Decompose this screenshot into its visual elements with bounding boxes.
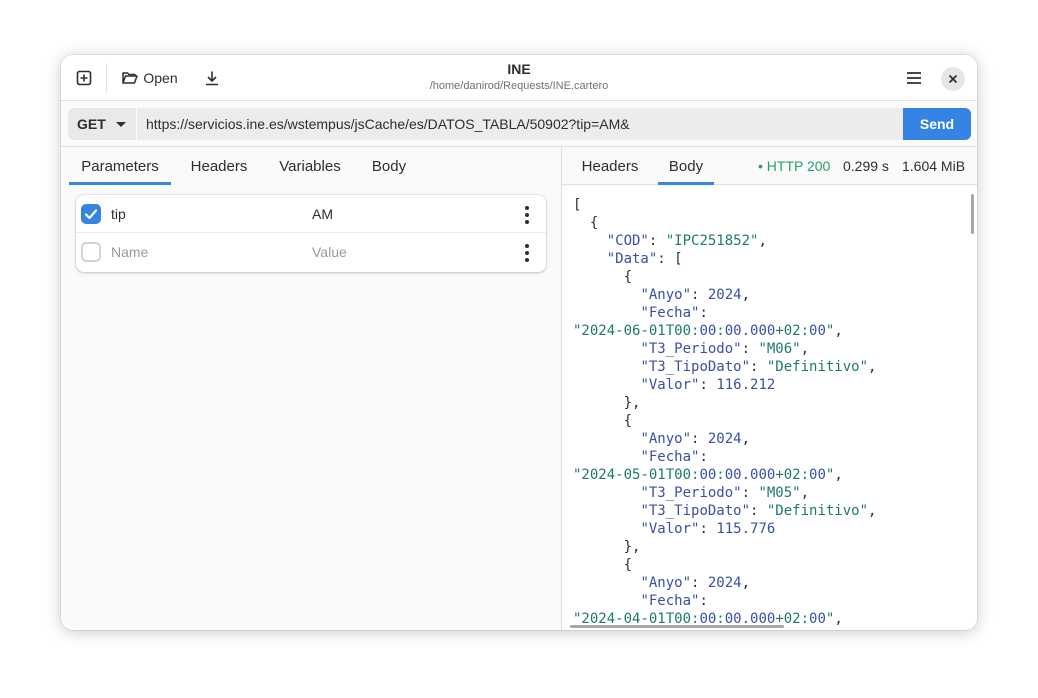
code-line: "Valor": 115.776 bbox=[640, 521, 776, 537]
http-status: • HTTP 200 bbox=[758, 158, 831, 174]
code-line: "Data": [ bbox=[606, 251, 683, 267]
code-line: "Fecha": bbox=[640, 449, 708, 465]
parameter-menu-button[interactable] bbox=[522, 206, 532, 224]
window-title-group: INE /home/danirod/Requests/INE.cartero bbox=[361, 61, 677, 93]
open-button-label: Open bbox=[143, 70, 178, 86]
code-line: "Valor": 116.212 bbox=[640, 377, 776, 393]
url-input[interactable]: https://servicios.ine.es/wstempus/jsCach… bbox=[137, 108, 903, 140]
code-line: "COD": "IPC251852", bbox=[606, 233, 767, 249]
code-line: "T3_Periodo": "M06", bbox=[640, 341, 810, 357]
main-menu-button[interactable] bbox=[899, 63, 929, 93]
vertical-scrollbar[interactable] bbox=[971, 194, 974, 234]
new-parameter-menu-button[interactable] bbox=[522, 244, 532, 262]
tab-response-headers[interactable]: Headers bbox=[572, 147, 648, 185]
checkmark-icon bbox=[84, 209, 98, 220]
code-line: { bbox=[573, 557, 633, 573]
parameter-row: tip AM bbox=[76, 195, 546, 233]
window-subtitle: /home/danirod/Requests/INE.cartero bbox=[429, 80, 609, 92]
close-button[interactable] bbox=[941, 67, 965, 91]
tab-parameters[interactable]: Parameters bbox=[69, 147, 171, 185]
folder-open-icon bbox=[122, 72, 139, 84]
code-line: "Fecha": bbox=[640, 593, 708, 609]
horizontal-scrollbar[interactable] bbox=[570, 625, 784, 628]
request-bar: GET https://servicios.ine.es/wstempus/js… bbox=[61, 101, 977, 147]
code-line: "2024-06-01T00:00:00.000+02:00", bbox=[573, 323, 843, 339]
new-parameter-name-field[interactable]: Name bbox=[111, 244, 148, 260]
parameter-name-field[interactable]: tip bbox=[111, 206, 126, 222]
open-button[interactable]: Open bbox=[117, 63, 183, 93]
hamburger-menu-icon bbox=[907, 72, 921, 84]
parameters-list: tip AM Name Value bbox=[76, 195, 546, 272]
request-pane: Parameters Headers Variables Body tip AM bbox=[61, 147, 561, 630]
code-line: [ bbox=[573, 197, 582, 213]
parameter-value-field[interactable]: AM bbox=[312, 206, 333, 222]
code-line: "2024-05-01T00:00:00.000+02:00", bbox=[573, 467, 843, 483]
new-parameter-checkbox[interactable] bbox=[81, 242, 101, 262]
download-icon bbox=[206, 71, 218, 86]
parameter-enabled-checkbox[interactable] bbox=[81, 204, 101, 224]
code-line: "T3_Periodo": "M05", bbox=[640, 485, 810, 501]
send-button[interactable]: Send bbox=[903, 108, 971, 140]
code-line: }, bbox=[573, 539, 641, 555]
http-method-dropdown[interactable]: GET bbox=[68, 108, 136, 140]
code-line: "Fecha": bbox=[640, 305, 708, 321]
new-parameter-row: Name Value bbox=[76, 233, 546, 271]
code-line: "Anyo": 2024, bbox=[640, 287, 751, 303]
response-size: 1.604 MiB bbox=[902, 158, 966, 174]
code-line: "T3_TipoDato": "Definitivo", bbox=[640, 503, 877, 519]
close-icon bbox=[948, 74, 958, 84]
response-tabs: Headers Body • HTTP 200 0.299 s 1.604 Mi… bbox=[562, 147, 977, 185]
code-line: }, bbox=[573, 395, 641, 411]
response-body-text: [ { "COD": "IPC251852", "Data": [ { "Any… bbox=[573, 196, 876, 628]
header-bar: Open INE /home/danirod/Requests/INE.cart… bbox=[61, 55, 977, 101]
http-method-value: GET bbox=[77, 116, 106, 132]
request-tabs: Parameters Headers Variables Body bbox=[61, 147, 561, 185]
code-line: { bbox=[573, 215, 599, 231]
new-parameter-value-field[interactable]: Value bbox=[312, 244, 347, 260]
chevron-down-icon bbox=[115, 121, 126, 127]
tab-variables[interactable]: Variables bbox=[268, 147, 352, 185]
tab-response-body[interactable]: Body bbox=[658, 147, 714, 185]
code-line: { bbox=[573, 269, 633, 285]
code-line: "Anyo": 2024, bbox=[640, 575, 751, 591]
code-line: { bbox=[573, 413, 633, 429]
code-line: "Anyo": 2024, bbox=[640, 431, 751, 447]
tab-body[interactable]: Body bbox=[363, 147, 415, 185]
tab-headers[interactable]: Headers bbox=[181, 147, 257, 185]
response-time: 0.299 s bbox=[843, 158, 889, 174]
response-pane: Headers Body • HTTP 200 0.299 s 1.604 Mi… bbox=[562, 147, 977, 630]
code-line: "T3_TipoDato": "Definitivo", bbox=[640, 359, 877, 375]
header-separator bbox=[106, 63, 107, 93]
window-title: INE bbox=[507, 61, 531, 77]
response-body-viewer[interactable]: [ { "COD": "IPC251852", "Data": [ { "Any… bbox=[562, 186, 977, 630]
save-button[interactable] bbox=[198, 63, 226, 93]
new-tab-icon bbox=[76, 70, 92, 86]
new-request-button[interactable] bbox=[71, 63, 97, 93]
app-window: Open INE /home/danirod/Requests/INE.cart… bbox=[61, 55, 977, 630]
